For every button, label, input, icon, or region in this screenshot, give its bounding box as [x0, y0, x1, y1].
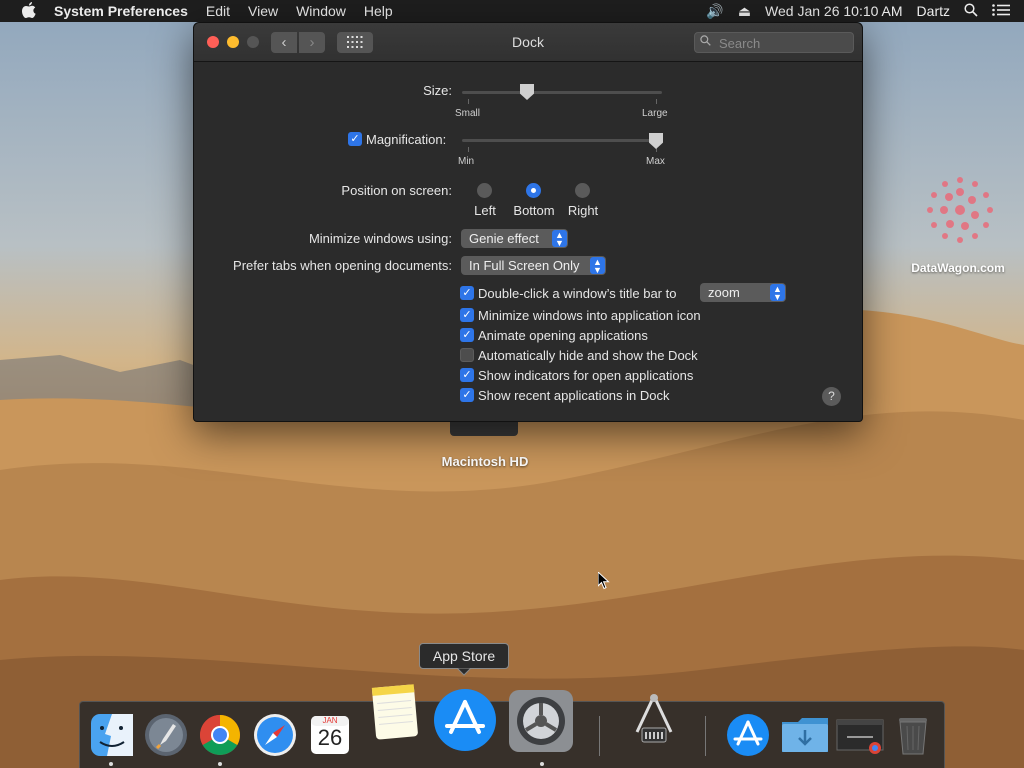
- double-click-checkbox[interactable]: ✓: [460, 286, 474, 300]
- menu-window[interactable]: Window: [296, 3, 346, 19]
- animate-opening-checkbox[interactable]: ✓: [460, 328, 474, 342]
- search-icon: [700, 35, 711, 49]
- apple-logo-icon[interactable]: [20, 1, 38, 21]
- magnification-slider-track[interactable]: [462, 139, 662, 142]
- dock-system-preferences-icon[interactable]: [508, 690, 574, 752]
- size-slider-track[interactable]: [462, 91, 662, 94]
- search-input[interactable]: [717, 34, 851, 53]
- dock-utility-icon[interactable]: [627, 692, 681, 752]
- show-recent-apps-label[interactable]: Show recent applications in Dock: [478, 388, 670, 403]
- datawagon-logo-icon: [927, 177, 993, 243]
- magnification-slider-thumb[interactable]: [649, 133, 663, 149]
- menu-bar-status: 🔊 ⏏ Wed Jan 26 10:10 AM Dartz: [706, 3, 1024, 20]
- menu-edit[interactable]: Edit: [206, 3, 230, 19]
- user-menu[interactable]: Dartz: [917, 3, 950, 19]
- popup-arrows-icon: ▲ ▼: [590, 257, 605, 275]
- size-label: Size:: [423, 83, 452, 98]
- calendar-month: JAN: [322, 716, 338, 725]
- menu-view[interactable]: View: [248, 3, 278, 19]
- dock-safari-icon[interactable]: [252, 712, 298, 758]
- double-click-action-popup[interactable]: zoom ▲ ▼: [700, 283, 786, 302]
- size-max-label: Large: [642, 108, 668, 119]
- dock-tooltip: App Store: [419, 643, 509, 669]
- magnification-checkbox[interactable]: ✓: [348, 132, 362, 146]
- running-indicator: [109, 762, 113, 766]
- minimize-effect-popup[interactable]: Genie effect ▲ ▼: [461, 229, 568, 248]
- popup-arrows-icon: ▲ ▼: [552, 230, 567, 248]
- dock-calendar-icon[interactable]: JAN 26: [307, 712, 353, 758]
- position-right-label[interactable]: Right: [553, 203, 613, 218]
- prefer-tabs-label: Prefer tabs when opening documents:: [233, 258, 452, 273]
- macintosh-hd-label[interactable]: Macintosh HD: [430, 454, 540, 469]
- dock-trash-icon[interactable]: [890, 712, 936, 758]
- dock-notes-icon[interactable]: [370, 684, 418, 740]
- running-indicator: [540, 762, 544, 766]
- prefer-tabs-popup[interactable]: In Full Screen Only ▲ ▼: [461, 256, 606, 275]
- position-label: Position on screen:: [341, 183, 452, 198]
- dock-downloads-folder-icon[interactable]: [780, 712, 828, 758]
- show-recent-apps-checkbox[interactable]: ✓: [460, 388, 474, 402]
- autohide-dock-checkbox[interactable]: [460, 348, 474, 362]
- magnification-label[interactable]: Magnification:: [366, 132, 446, 147]
- dock-finder-icon[interactable]: [89, 712, 135, 758]
- magnification-min-label: Min: [458, 156, 475, 167]
- size-min-label: Small: [455, 108, 481, 119]
- minimize-into-icon-checkbox[interactable]: ✓: [460, 308, 474, 322]
- menu-app-name[interactable]: System Preferences: [54, 3, 188, 19]
- search-field[interactable]: [694, 32, 854, 53]
- double-click-action-value: zoom: [708, 285, 740, 300]
- notification-center-icon[interactable]: [992, 3, 1010, 19]
- dock-chrome-icon[interactable]: [197, 712, 243, 758]
- dock-preferences-window: ‹ › Dock Size: Small Large ✓ Magnificati…: [193, 22, 863, 422]
- eject-icon[interactable]: ⏏: [738, 3, 751, 20]
- menu-help[interactable]: Help: [364, 3, 393, 19]
- spotlight-search-icon[interactable]: [964, 2, 978, 20]
- popup-arrows-icon: ▲ ▼: [770, 284, 785, 302]
- menu-bar: System Preferences Edit View Window Help…: [0, 0, 1024, 22]
- show-indicators-checkbox[interactable]: ✓: [460, 368, 474, 382]
- minimize-into-icon-label[interactable]: Minimize windows into application icon: [478, 308, 701, 323]
- minimize-using-label: Minimize windows using:: [308, 231, 452, 246]
- magnification-tick-min: [468, 147, 469, 152]
- dock-app-store-icon[interactable]: [433, 688, 497, 752]
- animate-opening-label[interactable]: Animate opening applications: [478, 328, 648, 343]
- running-indicator: [218, 762, 222, 766]
- mouse-cursor-icon: [597, 570, 610, 595]
- dock-separator: [599, 716, 600, 756]
- help-button[interactable]: ?: [822, 387, 841, 406]
- autohide-dock-label[interactable]: Automatically hide and show the Dock: [478, 348, 698, 363]
- position-bottom-radio[interactable]: [526, 183, 541, 198]
- position-left-radio[interactable]: [477, 183, 492, 198]
- dock: JAN 26: [79, 684, 945, 768]
- minimize-effect-value: Genie effect: [469, 231, 539, 246]
- macintosh-hd-icon[interactable]: [450, 420, 518, 436]
- dock-separator: [705, 716, 706, 756]
- tooltip-pointer-icon: [457, 668, 471, 676]
- title-bar[interactable]: ‹ › Dock: [194, 23, 862, 62]
- dock-app-store-recent-icon[interactable]: [725, 712, 771, 758]
- clock[interactable]: Wed Jan 26 10:10 AM: [765, 3, 903, 19]
- show-indicators-label[interactable]: Show indicators for open applications: [478, 368, 693, 383]
- magnification-max-label: Max: [646, 156, 665, 167]
- position-right-radio[interactable]: [575, 183, 590, 198]
- calendar-day: 26: [317, 725, 343, 750]
- prefer-tabs-value: In Full Screen Only: [469, 258, 580, 273]
- dock-minimized-chrome-window-icon[interactable]: [835, 712, 885, 758]
- size-slider-thumb[interactable]: [520, 84, 534, 100]
- dock-launchpad-icon[interactable]: [143, 712, 189, 758]
- watermark-label: DataWagon.com: [911, 261, 1005, 275]
- size-tick-max: [656, 99, 657, 104]
- double-click-label[interactable]: Double-click a window’s title bar to: [478, 286, 676, 301]
- size-tick-min: [468, 99, 469, 104]
- volume-icon[interactable]: 🔊: [706, 3, 723, 20]
